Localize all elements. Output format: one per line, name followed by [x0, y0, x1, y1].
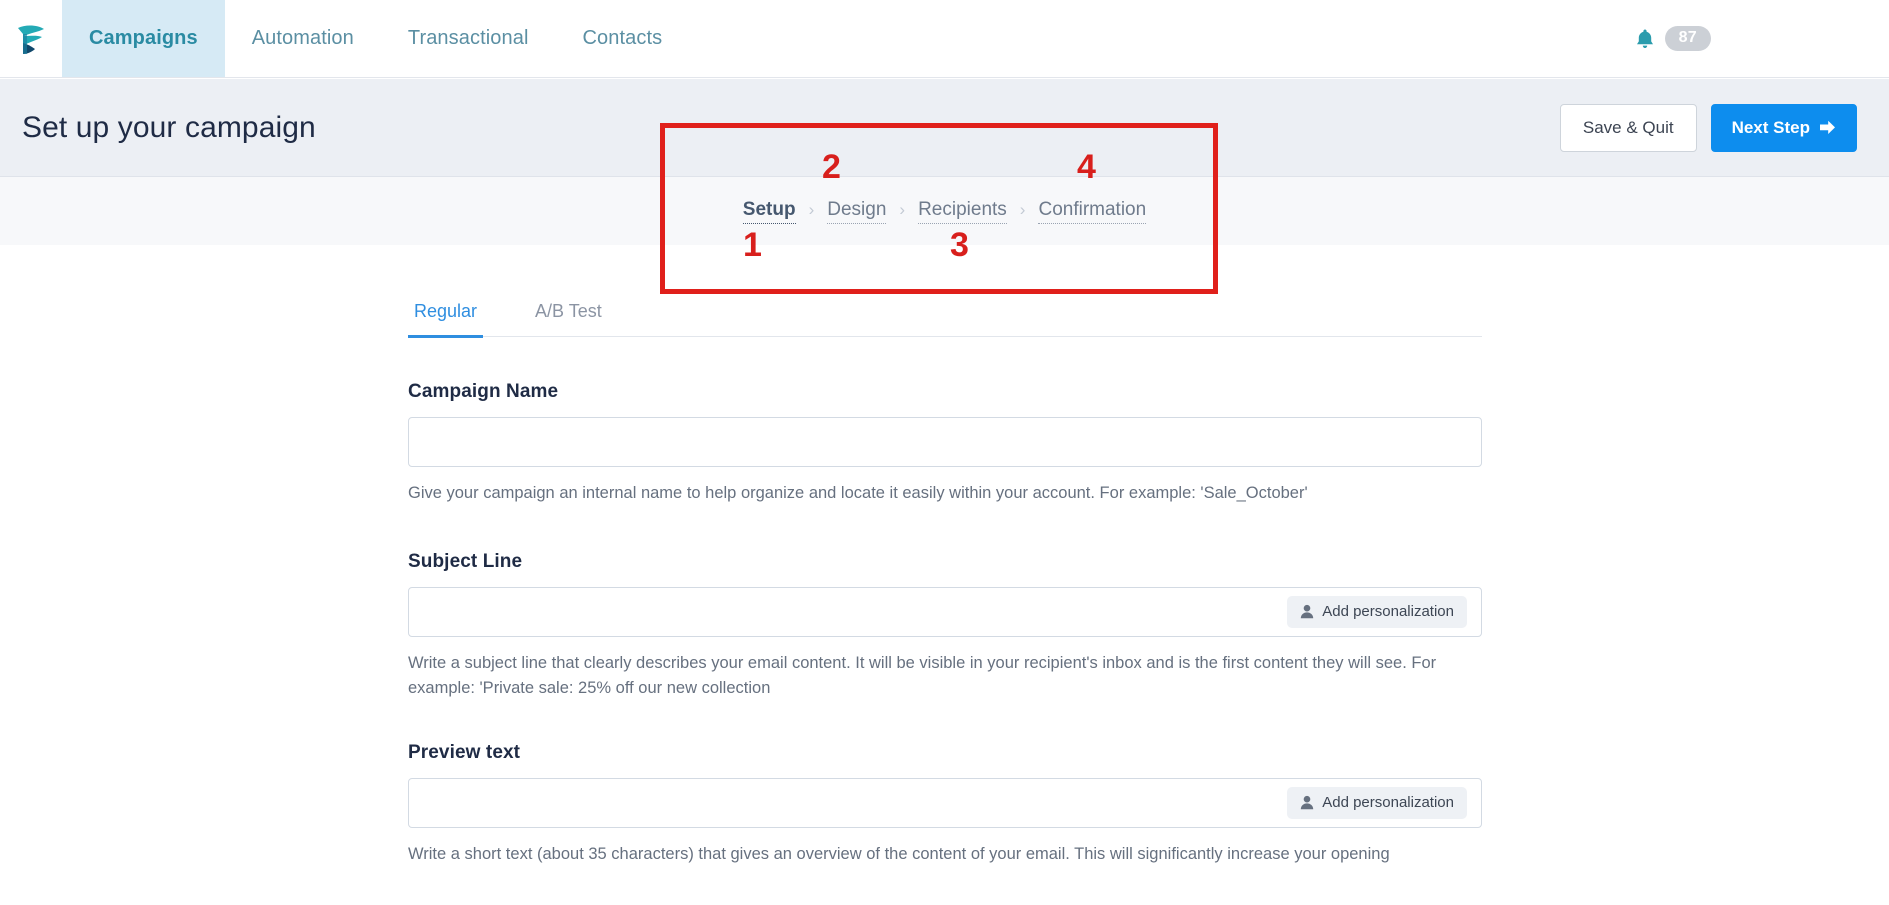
app-root: Campaigns Automation Transactional Conta…	[0, 0, 1889, 905]
breadcrumb-step-design[interactable]: Design	[827, 199, 887, 224]
nav-item-campaigns[interactable]: Campaigns	[62, 0, 225, 77]
campaign-name-field-group: Campaign Name Give your campaign an inte…	[408, 381, 1482, 507]
save-and-quit-button[interactable]: Save & Quit	[1559, 103, 1697, 152]
top-navigation-bar: Campaigns Automation Transactional Conta…	[0, 0, 1889, 78]
subject-add-personalization-button[interactable]: Add personalization	[1287, 595, 1467, 628]
nav-item-transactional-label: Transactional	[407, 27, 529, 49]
nav-item-automation-label: Automation	[251, 27, 354, 49]
nav-item-contacts-label: Contacts	[582, 27, 663, 49]
bell-icon	[1636, 29, 1653, 48]
campaign-name-input-shell[interactable]	[408, 417, 1482, 467]
preview-text-helper-text: Write a short text (about 35 characters)…	[408, 844, 1390, 863]
tab-regular-label: Regular	[414, 301, 478, 321]
preview-text-field-group: Preview text Add personalization Write a…	[408, 742, 1482, 868]
preview-add-personalization-button[interactable]: Add personalization	[1287, 786, 1467, 819]
chevron-right-icon-3: ›	[1019, 200, 1026, 219]
next-step-button[interactable]: Next Step	[1710, 103, 1857, 152]
campaign-name-helper-text: Give your campaign an internal name to h…	[408, 484, 1308, 502]
campaign-type-tabs: Regular A/B Test	[408, 301, 1482, 338]
nav-item-campaigns-label: Campaigns	[89, 27, 198, 49]
page-header-bar: Set up your campaign Save & Quit Next St…	[0, 79, 1889, 177]
subject-add-personalization-label: Add personalization	[1322, 603, 1454, 621]
subject-line-helper-text: Write a subject line that clearly descri…	[408, 653, 1437, 698]
preview-add-personalization-label: Add personalization	[1322, 794, 1454, 812]
main-content: Regular A/B Test Campaign Name Give your…	[0, 245, 1889, 905]
chevron-right-icon-1: ›	[808, 200, 815, 219]
breadcrumb: Setup › Design › Recipients › Confirmati…	[742, 199, 1147, 224]
person-icon	[1301, 796, 1314, 810]
sendinblue-logo-icon	[18, 24, 44, 54]
tab-ab-test-label: A/B Test	[535, 301, 602, 321]
breadcrumb-step-setup[interactable]: Setup	[742, 199, 796, 224]
arrow-right-icon	[1820, 120, 1835, 134]
save-and-quit-label: Save & Quit	[1582, 117, 1674, 137]
breadcrumb-step-confirmation[interactable]: Confirmation	[1038, 199, 1147, 224]
next-step-label: Next Step	[1731, 117, 1810, 137]
nav-right-cluster: 87	[1635, 0, 1889, 77]
breadcrumb-step-recipients[interactable]: Recipients	[918, 199, 1007, 224]
subject-line-label: Subject Line	[408, 550, 523, 572]
campaign-name-input[interactable]	[409, 418, 1481, 466]
preview-text-input-shell[interactable]: Add personalization	[408, 777, 1482, 828]
chevron-right-icon-2: ›	[899, 200, 906, 219]
tab-ab-test[interactable]: A/B Test	[529, 301, 608, 336]
nav-item-transactional[interactable]: Transactional	[381, 0, 556, 77]
person-icon	[1301, 604, 1314, 619]
subject-line-input-shell[interactable]: Add personalization	[408, 586, 1482, 637]
preview-text-label: Preview text	[408, 741, 521, 763]
nav-item-contacts[interactable]: Contacts	[556, 0, 690, 77]
tab-regular[interactable]: Regular	[408, 301, 484, 338]
header-action-buttons: Save & Quit Next Step	[1559, 103, 1889, 152]
subject-line-field-group: Subject Line Add personalization Write a…	[408, 551, 1482, 702]
campaign-name-label: Campaign Name	[408, 381, 559, 402]
campaign-setup-form: Regular A/B Test Campaign Name Give your…	[408, 245, 1482, 867]
notifications-button[interactable]	[1635, 28, 1655, 50]
brand-logo[interactable]	[0, 0, 62, 77]
primary-nav-items: Campaigns Automation Transactional Conta…	[62, 0, 689, 77]
notification-count-badge[interactable]: 87	[1664, 26, 1711, 51]
nav-item-automation[interactable]: Automation	[225, 0, 381, 77]
wizard-steps-bar: Setup › Design › Recipients › Confirmati…	[0, 177, 1889, 245]
page-title: Set up your campaign	[22, 110, 316, 144]
